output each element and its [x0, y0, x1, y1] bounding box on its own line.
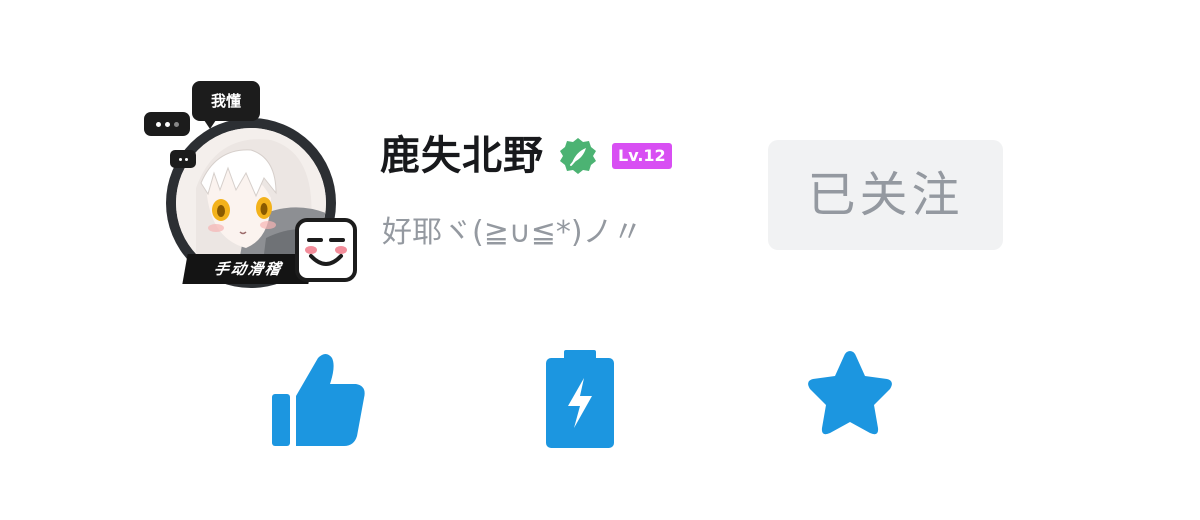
level-badge: Lv.12 — [612, 143, 672, 169]
user-name-row: 鹿失北野 Lv.12 — [380, 128, 672, 184]
ellipsis-bubble-icon — [170, 150, 196, 168]
avatar-cluster[interactable]: 我懂 手动滑稽 — [140, 78, 366, 290]
avatar-pendant-label: 手动滑稽 — [182, 254, 314, 284]
star-icon[interactable] — [800, 345, 900, 445]
speech-bubble: 我懂 — [192, 81, 260, 129]
user-card: 我懂 手动滑稽 鹿失北野 Lv.12 好耶ヾ(≧∪≦*)ノ〃 已关注 — [0, 0, 1200, 520]
username[interactable]: 鹿失北野 — [380, 128, 544, 184]
followed-button[interactable]: 已关注 — [768, 140, 1003, 250]
thumbs-up-icon[interactable] — [268, 348, 368, 448]
verified-badge-icon — [560, 138, 596, 174]
user-signature: 好耶ヾ(≧∪≦*)ノ〃 — [382, 215, 643, 250]
smirk-face-icon — [295, 218, 357, 282]
typing-bubble-icon — [144, 112, 190, 136]
battery-charge-icon[interactable] — [530, 348, 630, 448]
